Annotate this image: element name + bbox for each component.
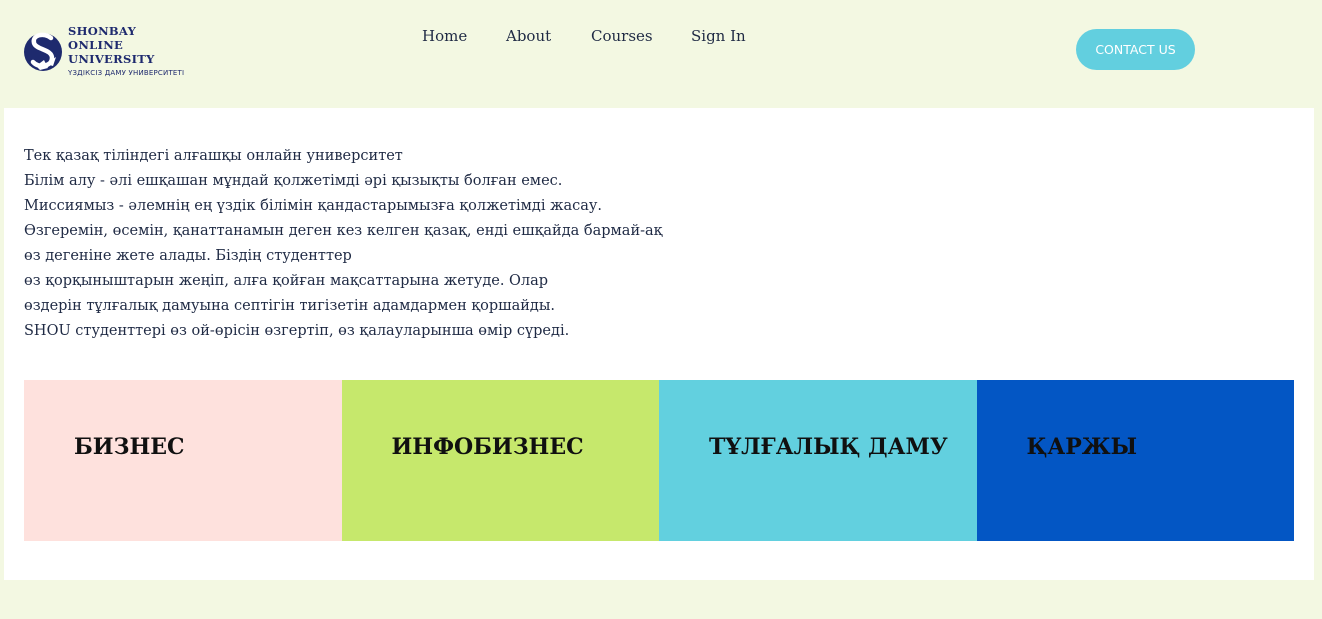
nav-about-link[interactable]: About: [506, 27, 551, 45]
nav-sign-in-link[interactable]: Sign In: [691, 27, 746, 45]
nav-courses-link[interactable]: Courses: [591, 27, 653, 45]
brand-tagline: ҮЗДІКСІЗ ДАМУ УНИВЕРСИТЕТІ: [68, 69, 185, 77]
intro-line: Өзгеремін, өсемін, қанаттанамын деген ке…: [24, 223, 663, 239]
tile-personal-development[interactable]: ТҰЛҒАЛЫҚ ДАМУ: [659, 380, 977, 541]
brand-line-2: ONLINE: [68, 38, 124, 52]
brand-line-3: UNIVERSITY: [68, 52, 155, 66]
tile-label: ҚАРЖЫ: [1026, 434, 1138, 460]
intro-line: Тек қазақ тіліндегі алғашқы онлайн униве…: [24, 148, 403, 164]
eagle-s-logo-icon: [24, 32, 62, 71]
intro-line: SHOU студенттері өз ой-өрісін өзгертіп, …: [24, 323, 570, 339]
tile-infobusiness[interactable]: ИНФОБИЗНЕС: [341, 380, 659, 541]
main-content-panel: Тек қазақ тіліндегі алғашқы онлайн униве…: [4, 108, 1314, 580]
brand-line-1: SHONBAY: [68, 24, 137, 38]
intro-line: өздерін тұлғалық дамуына септігін тигізе…: [24, 298, 556, 314]
tile-label: ИНФОБИЗНЕС: [391, 434, 584, 460]
site-header: SHONBAY ONLINE UNIVERSITY ҮЗДІКСІЗ ДАМУ …: [0, 0, 1322, 108]
tile-label: ТҰЛҒАЛЫҚ ДАМУ: [709, 434, 948, 460]
category-tiles: БИЗНЕС ИНФОБИЗНЕС ТҰЛҒАЛЫҚ ДАМУ ҚАРЖЫ: [24, 380, 1294, 541]
intro-line: өз қорқыныштарын жеңіп, алға қойған мақс…: [24, 273, 549, 289]
contact-us-button[interactable]: CONTACT US: [1076, 29, 1195, 70]
intro-line: Миссиямыз - әлемнің ең үздік білімін қан…: [24, 198, 602, 214]
tile-label: БИЗНЕС: [74, 434, 185, 460]
intro-line: өз дегеніне жете алады. Біздің студентте…: [24, 248, 352, 264]
tile-finance[interactable]: ҚАРЖЫ: [976, 380, 1294, 541]
intro-line: Білім алу - әлі ешқашан мұндай қолжетімд…: [24, 173, 563, 189]
site-logo[interactable]: SHONBAY ONLINE UNIVERSITY ҮЗДІКСІЗ ДАМУ …: [22, 24, 222, 82]
tile-business[interactable]: БИЗНЕС: [24, 380, 342, 541]
nav-home-link[interactable]: Home: [422, 27, 467, 45]
intro-text: Тек қазақ тіліндегі алғашқы онлайн униве…: [24, 144, 662, 344]
